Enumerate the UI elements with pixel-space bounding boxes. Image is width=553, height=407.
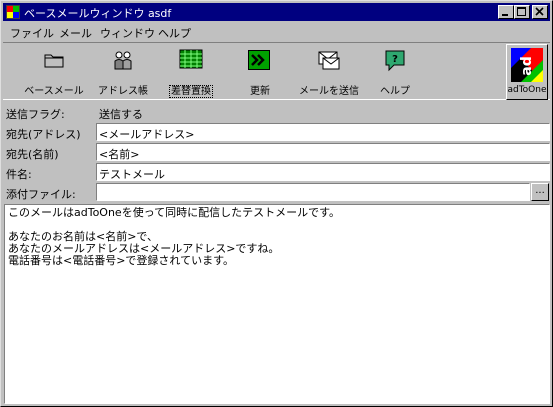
close-button[interactable] [532,5,548,19]
arrow-refresh-icon [248,50,270,70]
svg-text:?: ? [392,54,398,65]
help-label: ヘルプ [380,86,410,97]
help-button[interactable]: ? ヘルプ [373,45,417,97]
replace-label: 差替置換 [169,85,213,98]
brand-label: adToOne [507,85,547,95]
help-icon: ? [385,50,405,72]
browse-button[interactable]: ... [531,183,549,201]
to-address-label: 宛先(アドレス) [6,128,81,141]
replace-button[interactable]: 差替置換 [159,45,223,98]
menu-file[interactable]: ファイル [10,25,54,41]
window-title: ベースメールウィンドウ asdf [24,7,172,20]
envelope-icon [318,51,340,70]
subject-label: 件名: [6,168,32,181]
subject-field[interactable]: テストメール [96,163,550,181]
to-name-field[interactable]: <名前> [96,143,550,161]
title-bar[interactable]: ベースメールウィンドウ asdf [3,3,550,21]
to-name-row: 宛先(名前) <名前> [3,142,550,162]
menu-help[interactable]: ヘルプ [158,25,191,41]
adtoone-logo-icon: ad [511,48,543,82]
send-flag-value[interactable]: 送信する [96,103,550,121]
folder-icon [44,54,64,68]
grid-icon [179,49,203,69]
body-line: 電話番号は<電話番号>で登録されています。 [8,254,235,267]
send-flag-label: 送信フラグ: [6,108,65,121]
minimize-icon [502,14,508,16]
address-book-button[interactable]: アドレス帳 [95,45,151,97]
attachment-field[interactable] [96,183,530,201]
minimize-button[interactable] [498,5,514,19]
subject-row: 件名: テストメール [3,162,550,182]
attachment-row: 添付ファイル: ... [3,182,550,202]
to-name-label: 宛先(名前) [6,148,59,161]
close-icon [535,7,544,16]
people-icon [114,51,132,70]
app-icon [6,5,20,19]
base-mail-button[interactable]: ベースメール [23,45,85,97]
menu-bar: ファイル メール ウィンドウ ヘルプ [3,22,550,41]
mail-body-textarea[interactable]: このメールはadToOneを使って同時に配信したテストメールです。 あなたのお名… [4,204,550,404]
send-mail-button[interactable]: メールを送信 [293,45,365,97]
brand-button[interactable]: ad adToOne [506,44,548,100]
to-address-row: 宛先(アドレス) <メールアドレス> [3,122,550,142]
svg-text:ad: ad [519,56,535,75]
maximize-button[interactable] [514,5,530,19]
to-address-field[interactable]: <メールアドレス> [96,123,550,141]
maximize-icon [517,7,526,16]
attachment-label: 添付ファイル: [6,188,76,201]
main-window: ベースメールウィンドウ asdf ファイル メール ウィンドウ ヘルプ ベースメ… [0,0,553,407]
send-mail-label: メールを送信 [299,86,359,97]
refresh-button[interactable]: 更新 [237,45,283,97]
send-flag-row: 送信フラグ: 送信する [3,102,550,122]
menu-mail[interactable]: メール [59,25,92,41]
toolbar: ベースメール アドレス帳 差替置換 更新 メールを送信 ? ヘルプ ad adT… [3,42,550,100]
body-line: このメールはadToOneを使って同時に配信したテストメールです。 [8,206,341,219]
base-mail-label: ベースメール [24,86,84,97]
menu-window[interactable]: ウィンドウ [100,25,155,41]
refresh-label: 更新 [250,86,270,97]
address-book-label: アドレス帳 [98,86,148,97]
